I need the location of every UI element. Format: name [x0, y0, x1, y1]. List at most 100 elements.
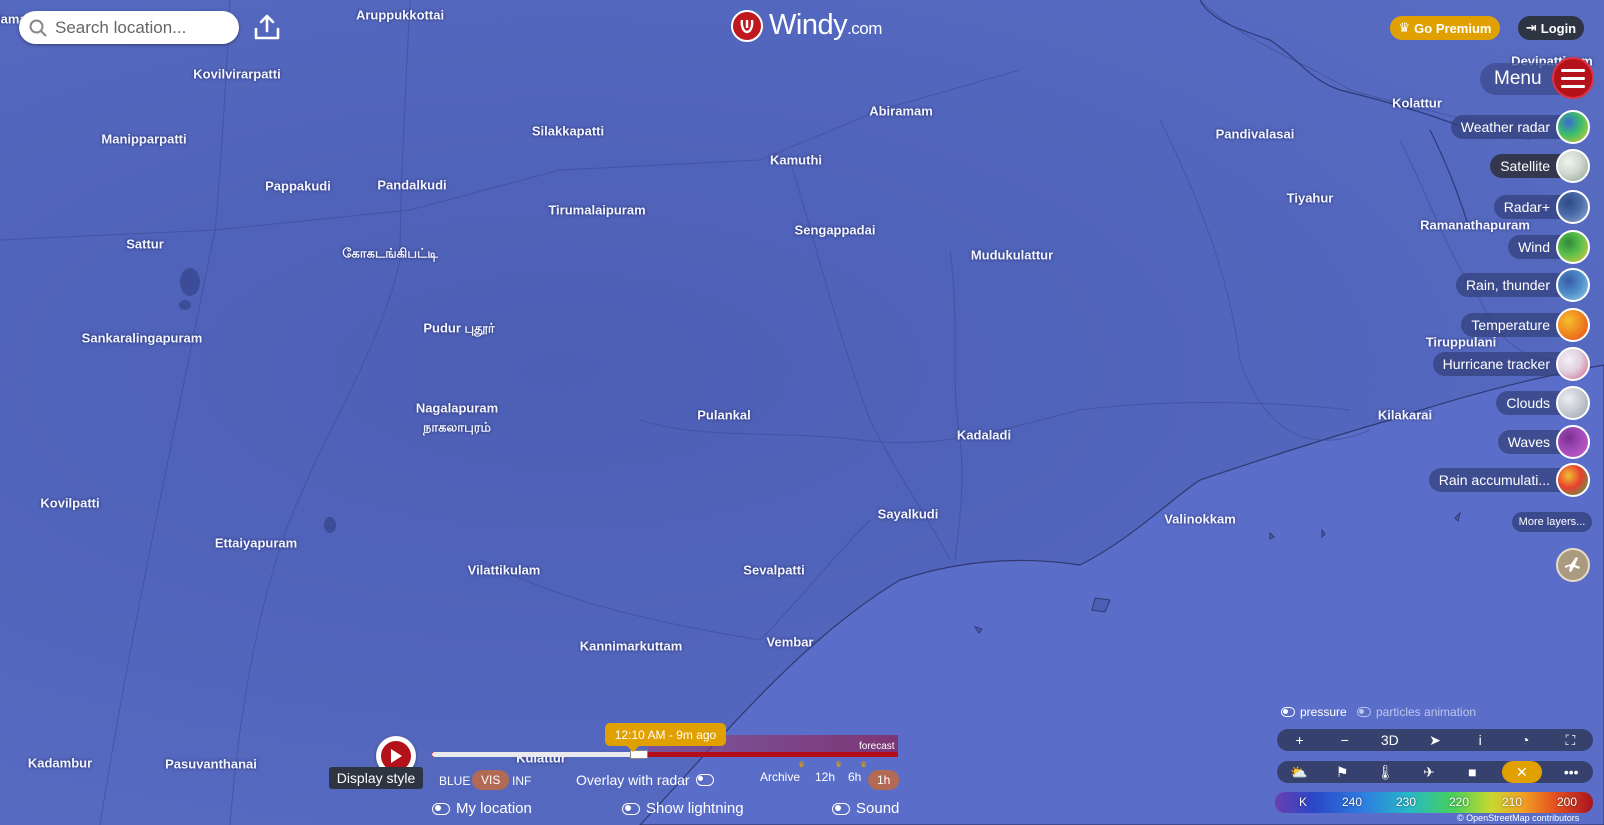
map-tools: ⛅ ⚑ 🌡︎ ✈ ■ ✕ •••	[1277, 761, 1593, 783]
crown-icon: ♛	[1398, 20, 1411, 35]
more-layers-button[interactable]: More layers...	[1512, 512, 1592, 532]
place-label: Pandalkudi	[377, 177, 447, 193]
map-background	[0, 0, 1604, 825]
search-bar[interactable]	[19, 11, 239, 44]
overlay-radar-toggle[interactable]: Overlay with radar	[576, 772, 714, 788]
timeline-past[interactable]	[432, 752, 648, 757]
place-label: Vilattikulam	[467, 562, 541, 578]
place-label: Pulankal	[697, 407, 751, 423]
archive-6h[interactable]: 6h ♛	[848, 760, 867, 784]
legend-tick: 210	[1502, 795, 1523, 809]
3d-button[interactable]: 3D	[1376, 729, 1404, 751]
place-label: Kamuthi	[770, 152, 822, 168]
hurricane-icon[interactable]: ◔	[1511, 729, 1539, 751]
option-blue[interactable]: BLUE	[439, 774, 470, 788]
info-icon[interactable]: i	[1466, 729, 1494, 751]
place-label: Valinokkam	[1164, 511, 1236, 527]
place-label: Sevalpatti	[743, 562, 805, 578]
archive-1h[interactable]: 1h	[868, 770, 900, 790]
layer-thumbnail-icon	[1556, 190, 1590, 224]
plane-icon[interactable]: ✈	[1415, 761, 1443, 783]
thermometer-icon[interactable]: 🌡︎	[1372, 761, 1400, 783]
more-icon[interactable]: •••	[1557, 761, 1585, 783]
layer-thumbnail-icon	[1556, 149, 1590, 183]
legend-unit: K	[1299, 795, 1308, 809]
archive-label[interactable]: Archive ♛	[760, 760, 805, 784]
particles-animation-toggle[interactable]: particles animation	[1357, 705, 1476, 719]
map-canvas[interactable]: Aruppukkottai Kovilvirarpatti Manipparpa…	[0, 0, 1604, 825]
place-label: Manipparpatti	[101, 131, 187, 147]
layer-temperature[interactable]: Temperature	[1461, 308, 1590, 342]
attribution[interactable]: © OpenStreetMap contributors	[1457, 813, 1579, 823]
upload-icon	[254, 14, 280, 40]
search-input[interactable]	[55, 17, 225, 38]
go-premium-button[interactable]: ♛ Go Premium	[1390, 16, 1500, 40]
login-button[interactable]: ⇥ Login	[1518, 16, 1584, 40]
place-label: Sayalkudi	[877, 506, 939, 522]
layer-weather-radar[interactable]: Weather radar	[1450, 110, 1590, 144]
crown-icon: ♛	[835, 760, 843, 769]
place-label: Pudur புதூர்	[423, 320, 495, 336]
layer-thumbnail-icon	[1556, 308, 1590, 342]
place-label: Kovilvirarpatti	[193, 66, 281, 82]
locate-icon[interactable]: ➤	[1421, 729, 1449, 751]
place-label: Kilakarai	[1377, 407, 1433, 423]
place-label: Mudukulattur	[970, 247, 1054, 263]
place-label: Silakkapatti	[531, 123, 605, 139]
layer-rain-accumulati[interactable]: Rain accumulati...	[1428, 463, 1590, 497]
zoom-out-button[interactable]: −	[1331, 729, 1359, 751]
zoom-in-button[interactable]: +	[1286, 729, 1314, 751]
pressure-toggle[interactable]: pressure	[1281, 705, 1347, 719]
layer-thumbnail-icon	[1556, 463, 1590, 497]
place-label: Pandivalasai	[1215, 126, 1295, 142]
layer-satellite[interactable]: Satellite	[1490, 149, 1590, 183]
layer-thumbnail-icon	[1556, 386, 1590, 420]
legend-tick: 230	[1396, 795, 1417, 809]
place-label: Pappakudi	[265, 178, 331, 194]
plane-icon	[1565, 557, 1580, 572]
archive-12h[interactable]: 12h ♛	[815, 760, 842, 784]
place-label: Sankaralingapuram	[81, 330, 203, 346]
place-label: Kovilpatti	[40, 495, 100, 511]
place-label: Pasuvanthanai	[165, 756, 257, 772]
windy-logo-icon	[731, 9, 763, 42]
sound-toggle[interactable]: Sound	[832, 800, 899, 817]
forecast-label: forecast	[859, 741, 895, 752]
layer-thumbnail-icon	[1556, 110, 1590, 144]
camera-icon[interactable]: ■	[1458, 761, 1486, 783]
layer-hurricane-tracker[interactable]: Hurricane tracker	[1432, 347, 1590, 381]
place-label: Kadaladi	[956, 427, 1012, 443]
my-location-toggle[interactable]: My location	[432, 800, 532, 817]
layer-radar[interactable]: Radar+	[1493, 190, 1590, 224]
legend-tick: 240	[1342, 795, 1363, 809]
place-label: கோகடங்கிபட்டி	[342, 245, 438, 261]
airport-button[interactable]	[1556, 548, 1590, 582]
place-label: Tirumalaipuram	[548, 202, 646, 218]
display-style-label[interactable]: Display style	[329, 767, 423, 789]
weather-icon[interactable]: ⛅	[1285, 761, 1313, 783]
layer-clouds[interactable]: Clouds	[1496, 386, 1590, 420]
place-label: Ettaiyapuram	[214, 535, 298, 551]
place-label: Kadambur	[27, 755, 93, 771]
layer-rain-thunder[interactable]: Rain, thunder	[1455, 268, 1590, 302]
flag-icon[interactable]: ⚑	[1328, 761, 1356, 783]
crown-icon: ♛	[860, 760, 868, 769]
show-lightning-toggle[interactable]: Show lightning	[622, 800, 744, 817]
share-button[interactable]	[252, 12, 282, 42]
place-label: Kannimarkuttam	[579, 638, 683, 654]
legend-tick: 220	[1449, 795, 1470, 809]
fullscreen-icon[interactable]: ⛶	[1556, 729, 1584, 751]
layer-thumbnail-icon	[1556, 268, 1590, 302]
close-icon[interactable]: ✕	[1501, 761, 1542, 783]
login-icon: ⇥	[1525, 20, 1537, 35]
option-vis[interactable]: VIS	[472, 770, 510, 790]
option-inf[interactable]: INF	[512, 774, 531, 788]
hamburger-menu-icon[interactable]	[1552, 57, 1594, 99]
windy-logo[interactable]: Windy.com	[731, 9, 882, 42]
layer-waves[interactable]: Waves	[1497, 425, 1590, 459]
place-label: Sattur	[126, 236, 164, 252]
place-label: Nagalapuram	[415, 400, 499, 416]
color-legend[interactable]: K 240 230 220 210 200	[1275, 792, 1593, 813]
layer-wind[interactable]: Wind	[1508, 230, 1590, 264]
place-label: Kolattur	[1392, 95, 1442, 111]
